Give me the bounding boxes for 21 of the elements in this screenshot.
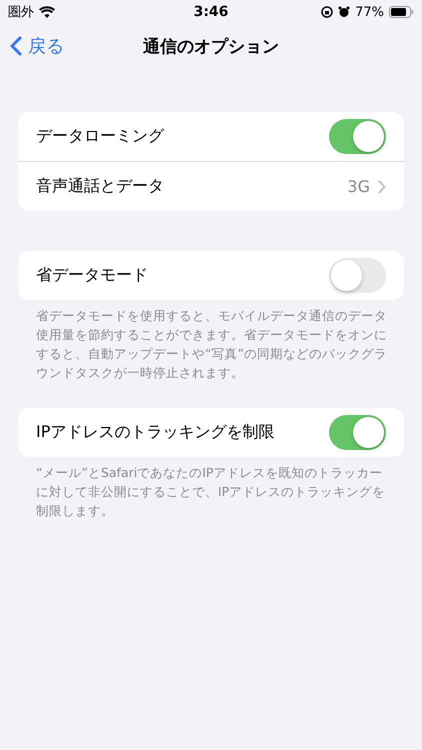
wifi-icon — [39, 6, 55, 18]
back-chevron-icon[interactable] — [10, 36, 22, 56]
setting-label: 省データモード — [36, 265, 149, 286]
footer-note: “メール”とSafariであなたのIPアドレスを既知のトラッカーに対して非公開にすることで、IPアドレスのトラッキングを制限します。 — [35, 464, 386, 520]
battery-text: 77% — [355, 4, 384, 20]
toggle-switch[interactable] — [329, 119, 386, 154]
chevron-icon[interactable] — [378, 180, 386, 194]
setting-value: 3G — [347, 177, 370, 196]
back-button[interactable]: 戻る — [8, 32, 66, 60]
setting-label: IPアドレスのトラッキングを制限 — [36, 422, 276, 443]
setting-label: 音声通話とデータ — [36, 176, 165, 197]
clock-text: 3:46 — [194, 4, 228, 20]
rotation-lock-icon — [321, 6, 334, 18]
battery-icon — [389, 6, 414, 18]
setting-label: データローミング — [36, 126, 166, 147]
toggle-switch[interactable] — [329, 258, 386, 293]
carrier-text: 圏外 — [8, 4, 34, 21]
footer-note: 省データモードを使用すると、モバイルデータ通信のデータ使用量を節約することができます。省データモードをオンにすると、自動アップデートや“写真”の同期などのバックグラウンドタスクが一時停止されます。 — [35, 307, 388, 382]
alarm-icon — [338, 6, 350, 18]
page-title: 通信のオプション — [143, 36, 279, 58]
toggle-switch[interactable] — [329, 415, 386, 450]
